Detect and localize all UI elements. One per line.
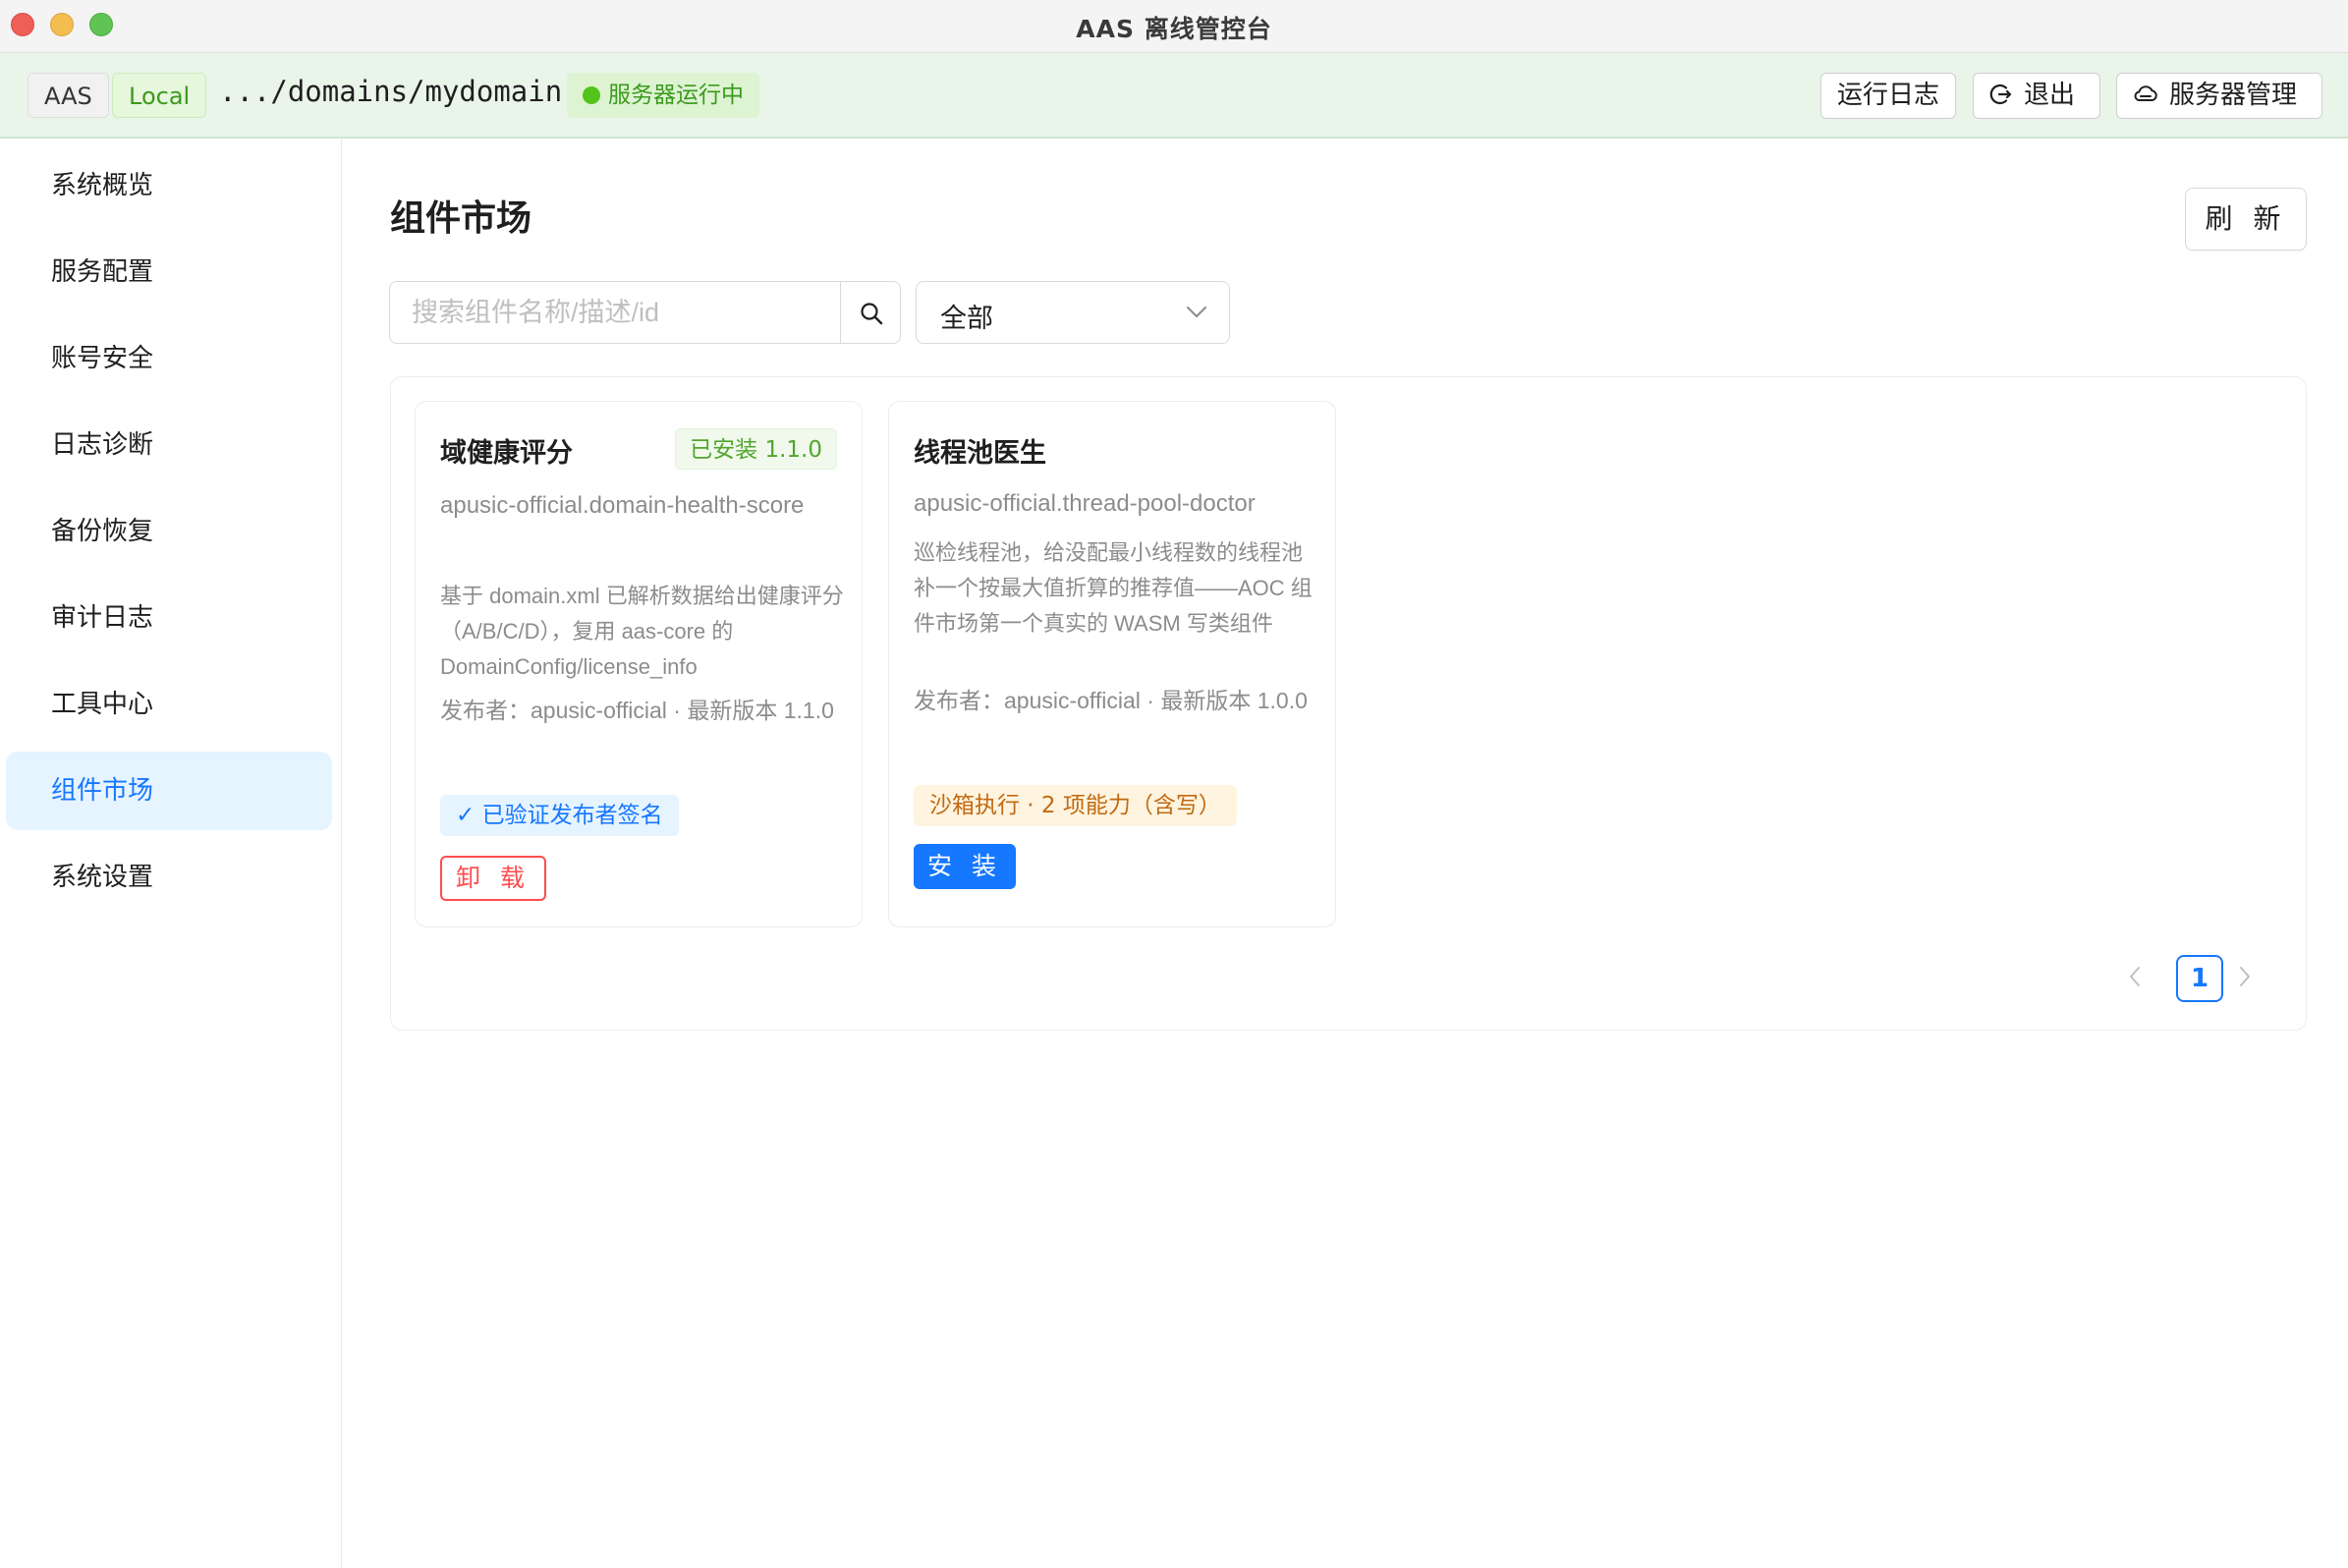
component-id: apusic-official.thread-pool-doctor (914, 490, 1256, 517)
chevron-down-icon (1187, 307, 1206, 317)
run-log-label: 运行日志 (1836, 81, 1939, 110)
exit-button[interactable]: 退出 (1973, 73, 2100, 119)
search-box (389, 281, 841, 344)
logout-icon (1989, 84, 2012, 105)
sidebar-item-system-settings[interactable]: 系统设置 (6, 838, 332, 917)
mode-tag: Local (112, 73, 207, 118)
sidebar: 系统概览 服务配置 账号安全 日志诊断 备份恢复 审计日志 工具中心 组件市场 … (0, 139, 342, 1568)
cloud-server-icon (2134, 85, 2157, 101)
search-button[interactable] (840, 281, 901, 344)
pagination-next-icon[interactable] (2234, 963, 2256, 990)
category-select[interactable]: 全部 (916, 281, 1230, 344)
pagination-prev-icon[interactable] (2124, 963, 2146, 990)
run-log-button[interactable]: 运行日志 (1820, 73, 1956, 119)
verified-signature-badge: ✓ 已验证发布者签名 (440, 795, 679, 836)
sidebar-item-service-config[interactable]: 服务配置 (6, 233, 332, 311)
refresh-button[interactable]: 刷 新 (2185, 188, 2307, 251)
window-title: AAS 离线管控台 (1076, 15, 1272, 43)
top-bar: AAS Local .../domains/mydomain 服务器运行中 运行… (0, 53, 2348, 139)
component-card: 线程池医生 apusic-official.thread-pool-doctor… (888, 401, 1336, 927)
sandbox-capability-badge: 沙箱执行 · 2 项能力（含写） (914, 785, 1237, 826)
sidebar-item-account-security[interactable]: 账号安全 (6, 319, 332, 398)
exit-label: 退出 (2024, 81, 2076, 110)
component-description: 基于 domain.xml 已解析数据给出健康评分（A/B/C/D），复用 aa… (440, 584, 844, 679)
pagination-page-current[interactable]: 1 (2176, 955, 2223, 1002)
server-manage-label: 服务器管理 (2169, 81, 2298, 110)
sidebar-item-backup-restore[interactable]: 备份恢复 (6, 492, 332, 571)
component-card: 域健康评分 已安装 1.1.0 apusic-official.domain-h… (415, 401, 863, 927)
product-tag: AAS (28, 73, 109, 118)
component-publisher: 发布者：apusic-official · 最新版本 1.1.0 (440, 698, 834, 723)
status-dot-icon (583, 86, 600, 104)
component-id: apusic-official.domain-health-score (440, 492, 805, 519)
sidebar-item-audit-log[interactable]: 审计日志 (6, 579, 332, 657)
search-input[interactable] (390, 282, 840, 343)
component-description: 巡检线程池，给没配最小线程数的线程池补一个按最大值折算的推荐值——AOC 组件市… (914, 540, 1313, 636)
sidebar-item-log-diagnosis[interactable]: 日志诊断 (6, 406, 332, 484)
page-title: 组件市场 (390, 198, 532, 239)
search-icon (861, 303, 883, 325)
sidebar-item-overview[interactable]: 系统概览 (6, 146, 332, 225)
uninstall-button[interactable]: 卸 载 (440, 856, 546, 901)
window-titlebar: AAS 离线管控台 (0, 0, 2348, 53)
server-manage-button[interactable]: 服务器管理 (2116, 73, 2322, 119)
sidebar-item-component-market[interactable]: 组件市场 (6, 752, 332, 830)
installed-version-badge: 已安装 1.1.0 (675, 428, 837, 470)
domain-path: .../domains/mydomain (219, 75, 563, 108)
component-title: 线程池医生 (914, 438, 1046, 469)
server-status-badge: 服务器运行中 (567, 73, 759, 118)
component-title: 域健康评分 (440, 438, 573, 469)
component-list-panel: 域健康评分 已安装 1.1.0 apusic-official.domain-h… (390, 376, 2307, 1031)
main-content: 组件市场 刷 新 全部 域健康评分 已安装 1.1.0 apusic-offic… (343, 139, 2348, 1568)
server-status-text: 服务器运行中 (608, 83, 744, 108)
sidebar-item-tool-center[interactable]: 工具中心 (6, 665, 332, 744)
component-publisher: 发布者：apusic-official · 最新版本 1.0.0 (914, 688, 1308, 713)
install-button[interactable]: 安 装 (914, 844, 1016, 889)
category-select-value: 全部 (940, 304, 993, 334)
